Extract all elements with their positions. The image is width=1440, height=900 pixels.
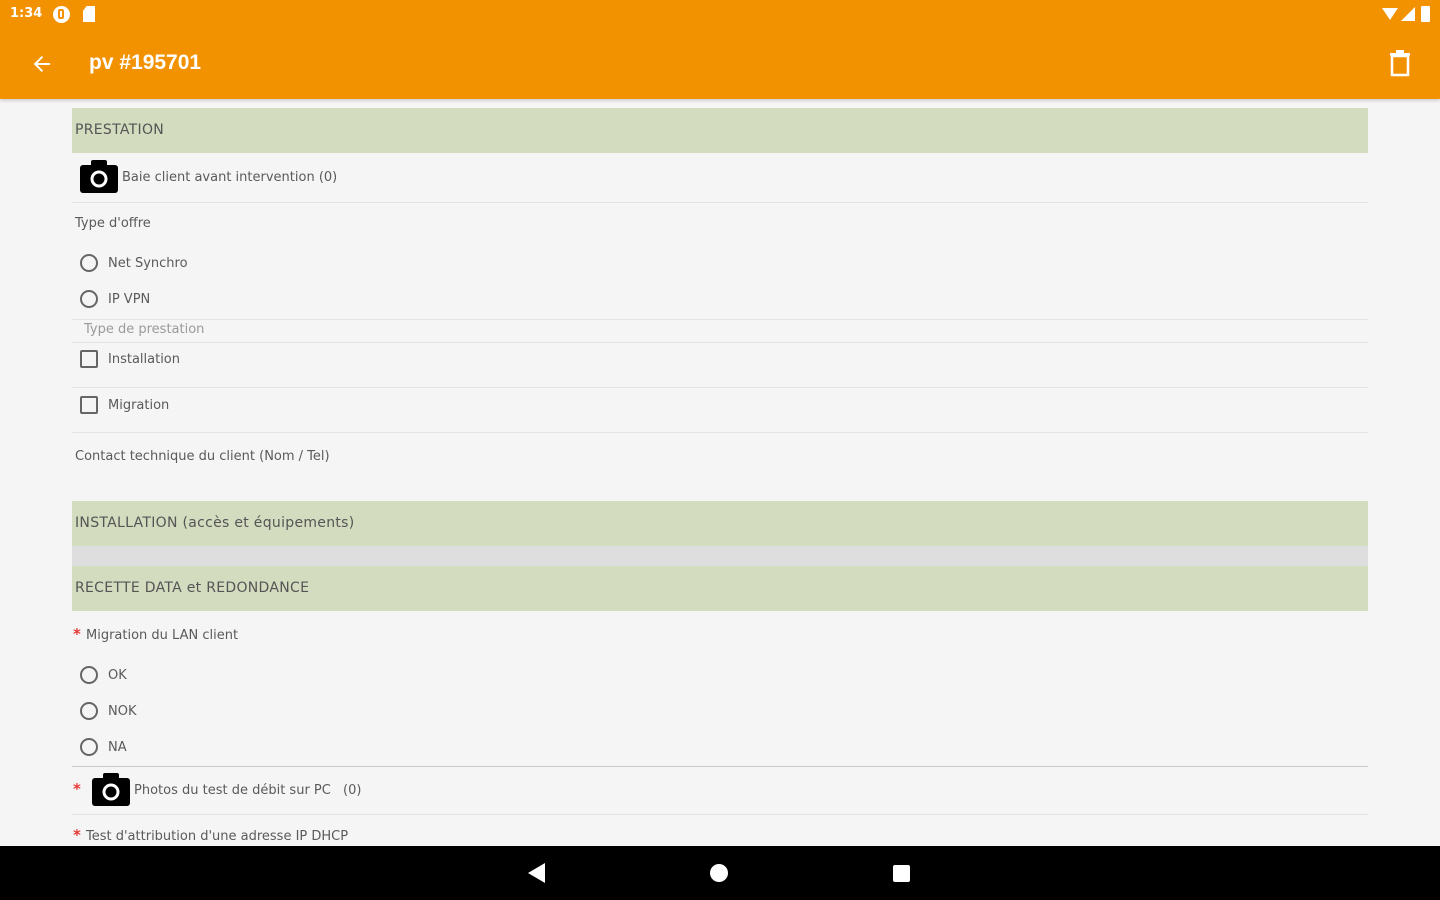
radio-option-nok[interactable]: NOK (72, 699, 472, 725)
required-marker: * (73, 625, 81, 643)
radio-option-ok[interactable]: OK (72, 663, 472, 689)
required-marker: * (73, 780, 81, 798)
divider (72, 342, 1368, 343)
back-button[interactable] (24, 46, 60, 82)
photo-count-debit: (0) (343, 783, 362, 798)
nav-recents-icon[interactable] (893, 865, 910, 882)
contact-label: Contact technique du client (Nom / Tel) (75, 449, 330, 464)
radio-label: Net Synchro (108, 256, 188, 271)
contact-field[interactable]: Contact technique du client (Nom / Tel) (72, 438, 1368, 498)
app-bar: pv #195701 (0, 30, 1440, 99)
checkbox-option-migration[interactable]: Migration (72, 392, 472, 420)
nav-back-icon[interactable] (528, 863, 545, 883)
form-content[interactable]: PRESTATION Baie client avant interventio… (72, 108, 1368, 846)
section-header-installation[interactable]: INSTALLATION (accès et équipements) (72, 501, 1368, 546)
photo-label-baie: Baie client avant intervention (0) (122, 170, 338, 185)
status-time: 1:34 (10, 6, 43, 21)
radio-label: IP VPN (108, 292, 151, 307)
status-bar: 1:34 (0, 0, 1440, 30)
radio-button[interactable] (80, 254, 98, 272)
nav-home-icon[interactable] (710, 864, 728, 882)
arrow-back-icon (33, 56, 50, 72)
radio-button[interactable] (80, 738, 98, 756)
radio-option-net-synchro[interactable]: Net Synchro (72, 251, 472, 277)
divider (72, 319, 1368, 320)
delete-button[interactable] (1382, 46, 1418, 82)
divider (72, 387, 1368, 388)
trash-icon (1390, 50, 1410, 77)
radio-button[interactable] (80, 290, 98, 308)
settings-icon (53, 6, 70, 23)
wifi-icon (1382, 8, 1398, 20)
radio-option-ip-vpn[interactable]: IP VPN (72, 287, 472, 313)
page-title: pv #195701 (89, 51, 202, 74)
required-marker: * (73, 826, 81, 844)
radio-label: NOK (108, 704, 137, 719)
checkbox[interactable] (80, 396, 98, 414)
radio-button[interactable] (80, 702, 98, 720)
type-offre-label: Type d'offre (75, 216, 151, 231)
type-prestation-hint: Type de prestation (84, 322, 205, 337)
checkbox-option-installation[interactable]: Installation (72, 346, 472, 374)
sd-card-icon (83, 6, 95, 22)
divider (72, 766, 1368, 767)
camera-icon[interactable] (92, 772, 130, 806)
migration-lan-label: Migration du LAN client (86, 628, 239, 643)
photo-row-debit[interactable]: * Photos du test de débit sur PC (0) (72, 768, 1368, 812)
signal-icon (1401, 7, 1415, 21)
divider (72, 814, 1368, 815)
checkbox-label: Migration (108, 398, 170, 413)
dhcp-test-label: Test d'attribution d'une adresse IP DHCP (86, 829, 349, 844)
photo-label-debit: Photos du test de débit sur PC (134, 783, 331, 798)
navigation-bar (0, 846, 1440, 900)
section-header-recette: RECETTE DATA et REDONDANCE (72, 566, 1368, 611)
divider (72, 432, 1368, 433)
section-divider (72, 546, 1368, 566)
checkbox-label: Installation (108, 352, 181, 367)
divider (72, 202, 1368, 203)
radio-label: NA (108, 740, 127, 755)
checkbox[interactable] (80, 350, 98, 368)
battery-icon (1421, 6, 1430, 22)
radio-option-na[interactable]: NA (72, 735, 472, 761)
photo-row-baie[interactable]: Baie client avant intervention (0) (72, 154, 1368, 202)
radio-button[interactable] (80, 666, 98, 684)
radio-label: OK (108, 668, 127, 683)
camera-icon[interactable] (80, 159, 118, 193)
section-header-prestation: PRESTATION (72, 108, 1368, 153)
